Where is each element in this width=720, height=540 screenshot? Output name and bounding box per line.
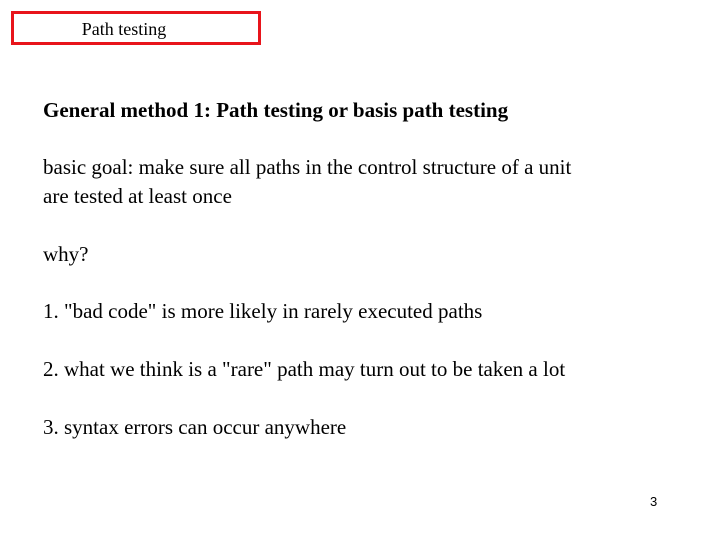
goal-text-line: basic goal: make sure all paths in the c…: [43, 155, 572, 179]
page-number: 3: [650, 494, 658, 509]
slide-title: Path testing: [81, 18, 167, 39]
reason-item: 3. syntax errors can occur anywhere: [43, 415, 347, 439]
reason-item: 1. "bad code" is more likely in rarely e…: [43, 299, 483, 323]
section-heading: General method 1: Path testing or basis …: [43, 98, 509, 122]
slide-title-box: Path testing: [11, 11, 261, 45]
reason-item: 2. what we think is a "rare" path may tu…: [43, 357, 566, 381]
goal-text-line: are tested at least once: [43, 184, 232, 208]
why-question: why?: [43, 242, 89, 266]
